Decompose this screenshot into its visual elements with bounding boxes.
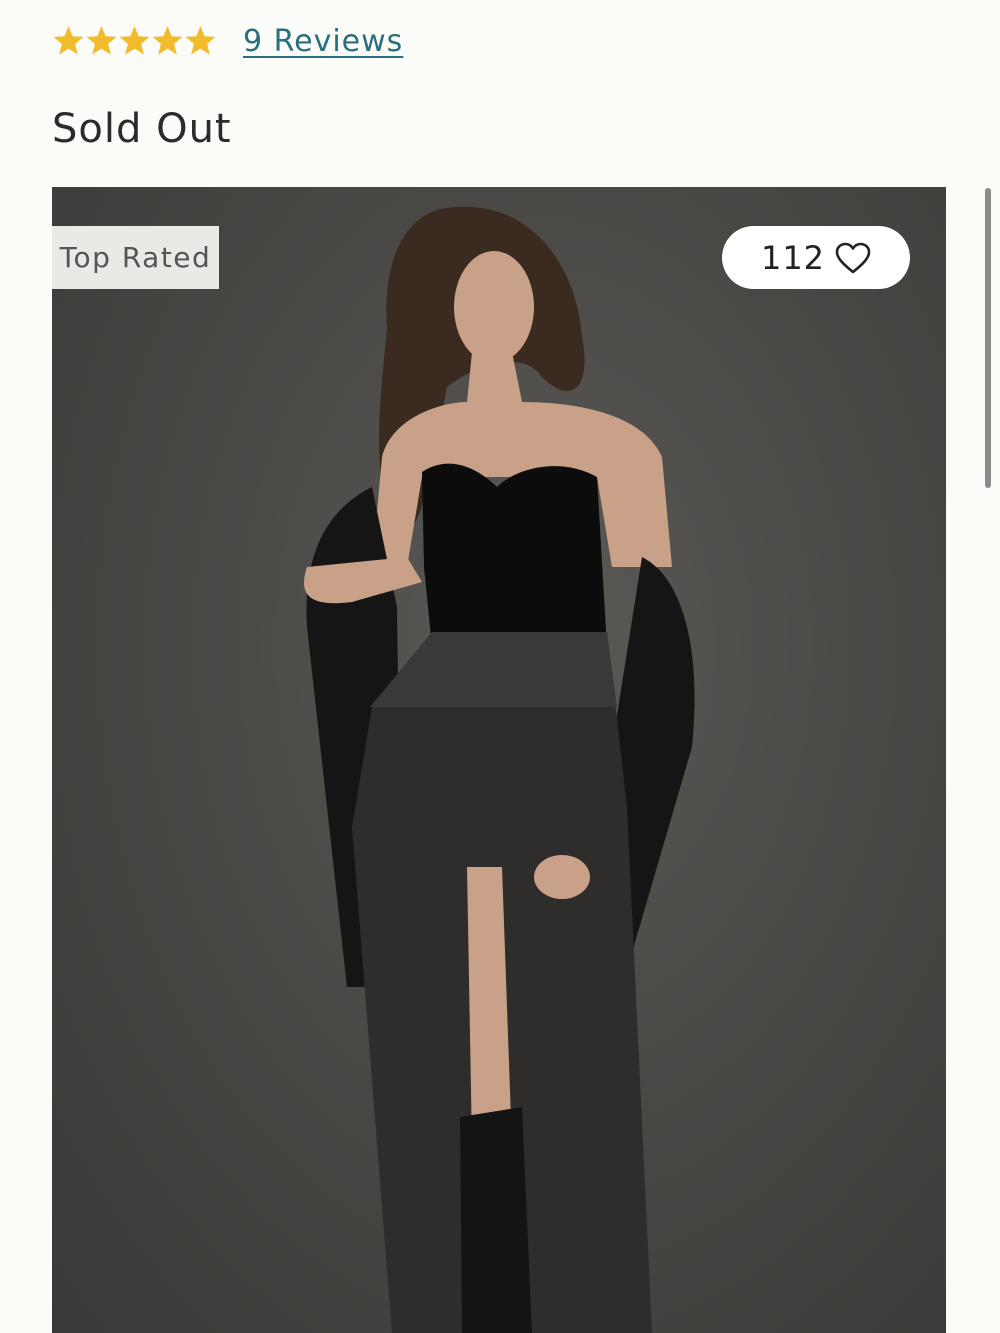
like-count: 112 xyxy=(760,238,826,277)
star-icon xyxy=(151,25,184,58)
top-rated-badge: Top Rated xyxy=(52,226,219,289)
star-icon xyxy=(85,25,118,58)
reviews-link[interactable]: 9 Reviews xyxy=(243,24,403,59)
model-photo xyxy=(304,206,695,1333)
star-icon xyxy=(184,25,217,58)
scrollbar[interactable] xyxy=(985,188,991,488)
like-button[interactable]: 112 xyxy=(722,226,910,289)
star-rating xyxy=(52,25,217,58)
stock-status: Sold Out xyxy=(52,106,232,152)
product-page: 9 Reviews Sold Out Top Rated 112 xyxy=(0,0,1000,1333)
rating-row: 9 Reviews xyxy=(52,24,403,59)
star-icon xyxy=(52,25,85,58)
star-icon xyxy=(118,25,151,58)
product-image[interactable]: Top Rated 112 xyxy=(52,187,946,1333)
heart-outline-icon xyxy=(835,242,871,274)
